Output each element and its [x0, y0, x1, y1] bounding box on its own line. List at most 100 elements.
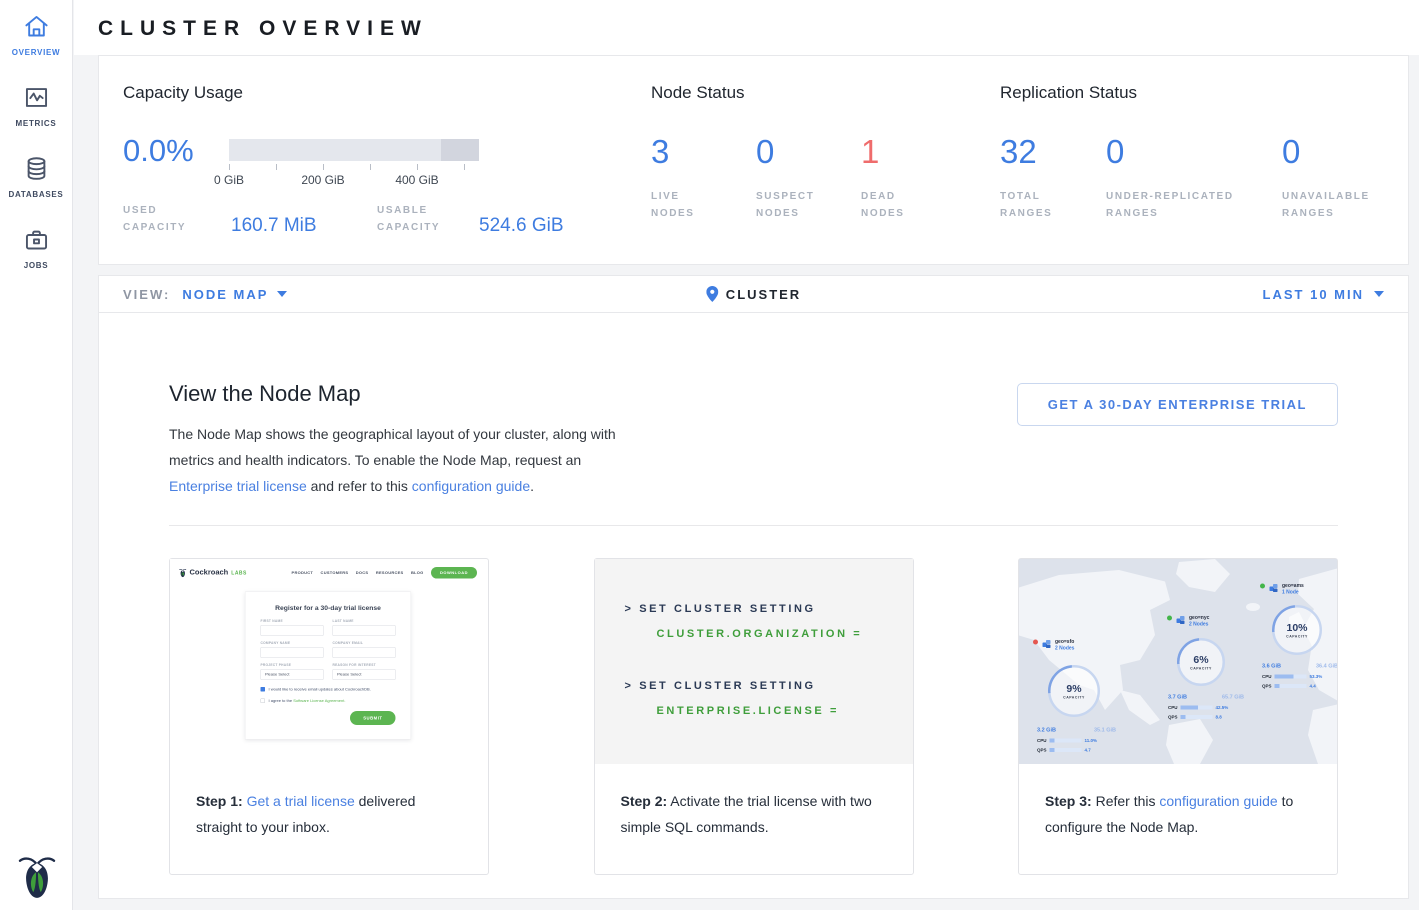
- first-name-field: [261, 625, 324, 636]
- briefcase-icon: [23, 226, 50, 253]
- step1-screenshot: Cockroach LABS PRODUCT CUSTOMERS DOCS RE…: [170, 559, 488, 764]
- suspect-nodes-label: SUSPECTNODES: [756, 188, 861, 222]
- configuration-guide-link[interactable]: configuration guide: [1159, 793, 1277, 809]
- cockroach-bug-icon: [179, 568, 187, 578]
- cluster-summary-card: Capacity Usage 0.0% 0 GiB 200 GiB 400 Gi…: [98, 55, 1409, 265]
- last-name-field: [333, 625, 396, 636]
- live-nodes-value: 3: [651, 134, 756, 170]
- status-dot-green-icon: [1260, 584, 1265, 589]
- reason-for-interest-select: Please Select: [333, 669, 396, 680]
- sidebar-item-label: METRICS: [16, 119, 57, 128]
- top-header: CLUSTER OVERVIEW: [74, 0, 1419, 55]
- used-capacity-value: 160.7 MiB: [231, 215, 327, 236]
- nav-item: CUSTOMERS: [321, 571, 349, 576]
- mini-cockroach-logo: Cockroach LABS: [179, 568, 247, 578]
- capacity-gauge-sfo: 9% CAPACITY: [1048, 665, 1100, 717]
- sidebar: OVERVIEW METRICS DATABASES JOBS: [0, 0, 73, 910]
- capacity-usage-title: Capacity Usage: [123, 83, 651, 103]
- map-cluster-sfo: geo=sfo2 Nodes: [1033, 639, 1074, 652]
- view-selector-dropdown[interactable]: NODE MAP: [182, 287, 287, 302]
- page-title: CLUSTER OVERVIEW: [74, 0, 1419, 41]
- section-divider: [169, 525, 1338, 526]
- suspect-nodes-value: 0: [756, 134, 861, 170]
- sidebar-item-databases[interactable]: DATABASES: [0, 155, 72, 199]
- step3-card: geo=sfo2 Nodes 9% CAPACITY 3.2 GiB35.1 G…: [1018, 558, 1338, 875]
- time-range-dropdown[interactable]: LAST 10 MIN: [1263, 287, 1384, 302]
- step1-caption: Step 1: Get a trial license delivered st…: [170, 764, 488, 874]
- nodemap-description: The Node Map shows the geographical layo…: [169, 421, 631, 499]
- nav-item: BLOG: [411, 571, 424, 576]
- sidebar-item-label: JOBS: [24, 261, 49, 270]
- project-phase-select: Please Select: [261, 669, 324, 680]
- get-trial-license-link[interactable]: Get a trial license: [247, 793, 355, 809]
- mini-site-nav: PRODUCT CUSTOMERS DOCS RESOURCES BLOG DO…: [292, 567, 477, 579]
- sidebar-item-overview[interactable]: OVERVIEW: [0, 13, 72, 57]
- status-dot-green-icon: [1167, 616, 1172, 621]
- capacity-bar-tail: [441, 139, 479, 161]
- node-stack-icon: [1269, 583, 1279, 596]
- trial-registration-form: Register for a 30-day trial license FIRS…: [245, 592, 411, 740]
- total-ranges-label: TOTALRANGES: [1000, 188, 1106, 222]
- step2-caption: Step 2: Activate the trial license with …: [595, 764, 913, 874]
- chevron-down-icon: [1374, 291, 1384, 297]
- live-nodes-label: LIVENODES: [651, 188, 756, 222]
- location-pin-icon: [706, 286, 718, 302]
- capacity-usage-section: Capacity Usage 0.0% 0 GiB 200 GiB 400 Gi…: [99, 56, 651, 264]
- database-icon: [23, 155, 50, 182]
- step3-caption: Step 3: Refer this configuration guide t…: [1019, 764, 1337, 874]
- view-bar: VIEW: NODE MAP CLUSTER LAST 10 MIN: [99, 276, 1408, 313]
- cockroach-bug-icon: [18, 852, 56, 900]
- replication-status-title: Replication Status: [1000, 83, 1408, 103]
- unavailable-ranges-label: UNAVAILABLERANGES: [1282, 188, 1370, 222]
- usable-capacity-label: USABLECAPACITY: [377, 202, 459, 236]
- metrics-chart-icon: [23, 84, 50, 111]
- dead-nodes-label: DEADNODES: [861, 188, 905, 222]
- capacity-tick-label: 400 GiB: [395, 173, 438, 187]
- sidebar-item-metrics[interactable]: METRICS: [0, 84, 72, 128]
- unavailable-ranges-stat: 0 UNAVAILABLERANGES: [1282, 134, 1370, 222]
- chevron-down-icon: [277, 291, 287, 297]
- download-button: DOWNLOAD: [431, 567, 477, 579]
- nav-item: PRODUCT: [292, 571, 314, 576]
- status-dot-red-icon: [1033, 640, 1038, 645]
- breadcrumb-cluster: CLUSTER: [706, 286, 801, 302]
- step3-nodemap-preview: geo=sfo2 Nodes 9% CAPACITY 3.2 GiB35.1 G…: [1019, 559, 1337, 764]
- node-stack-icon: [1042, 639, 1052, 652]
- step2-sql-snippet: > SET CLUSTER SETTING CLUSTER.ORGANIZATI…: [595, 559, 913, 764]
- company-email-field: [333, 647, 396, 658]
- capacity-tick-label: 200 GiB: [301, 173, 344, 187]
- company-name-field: [261, 647, 324, 658]
- map-cluster-ams: geo=ams1 Node: [1260, 583, 1304, 596]
- live-nodes-stat: 3 LIVENODES: [651, 134, 756, 222]
- under-replicated-ranges-stat: 0 UNDER-REPLICATEDRANGES: [1106, 134, 1282, 222]
- nav-item: DOCS: [356, 571, 369, 576]
- capacity-gauge-ams: 10% CAPACITY: [1272, 605, 1322, 655]
- checkbox-checked-icon: [261, 687, 266, 692]
- capacity-tick-label: 0 GiB: [214, 173, 244, 187]
- dead-nodes-stat: 1 DEADNODES: [861, 134, 905, 222]
- enterprise-trial-button[interactable]: GET A 30-DAY ENTERPRISE TRIAL: [1017, 383, 1338, 426]
- capacity-gauge-nyc: 6% CAPACITY: [1177, 638, 1225, 686]
- mini-site-header: Cockroach LABS PRODUCT CUSTOMERS DOCS RE…: [170, 559, 486, 579]
- capacity-bar: 0 GiB 200 GiB 400 GiB: [229, 139, 479, 189]
- enterprise-trial-license-link[interactable]: Enterprise trial license: [169, 478, 307, 494]
- under-replicated-ranges-label: UNDER-REPLICATEDRANGES: [1106, 188, 1282, 222]
- license-agreement-checkbox: I agree to the Software License Agreemen…: [261, 699, 396, 704]
- step1-card: Cockroach LABS PRODUCT CUSTOMERS DOCS RE…: [169, 558, 489, 875]
- map-cluster-nyc: geo=nyc2 Nodes: [1167, 615, 1209, 628]
- view-label: VIEW:: [123, 287, 170, 302]
- step2-card: > SET CLUSTER SETTING CLUSTER.ORGANIZATI…: [594, 558, 914, 875]
- configuration-guide-link[interactable]: configuration guide: [412, 478, 530, 494]
- sidebar-item-label: DATABASES: [9, 190, 64, 199]
- nav-item: RESOURCES: [376, 571, 404, 576]
- node-status-section: Node Status 3 LIVENODES 0 SUSPECTNODES: [651, 56, 1000, 264]
- unavailable-ranges-value: 0: [1282, 134, 1370, 170]
- node-status-title: Node Status: [651, 83, 1000, 103]
- nodemap-panel: VIEW: NODE MAP CLUSTER LAST 10 MIN: [98, 275, 1409, 899]
- submit-button: SUBMIT: [350, 711, 395, 725]
- sidebar-item-jobs[interactable]: JOBS: [0, 226, 72, 270]
- dead-nodes-value: 1: [861, 134, 905, 170]
- checkbox-icon: [261, 699, 266, 704]
- used-capacity-label: USEDCAPACITY: [123, 202, 205, 236]
- replication-status-section: Replication Status 32 TOTALRANGES 0 UNDE…: [1000, 56, 1408, 264]
